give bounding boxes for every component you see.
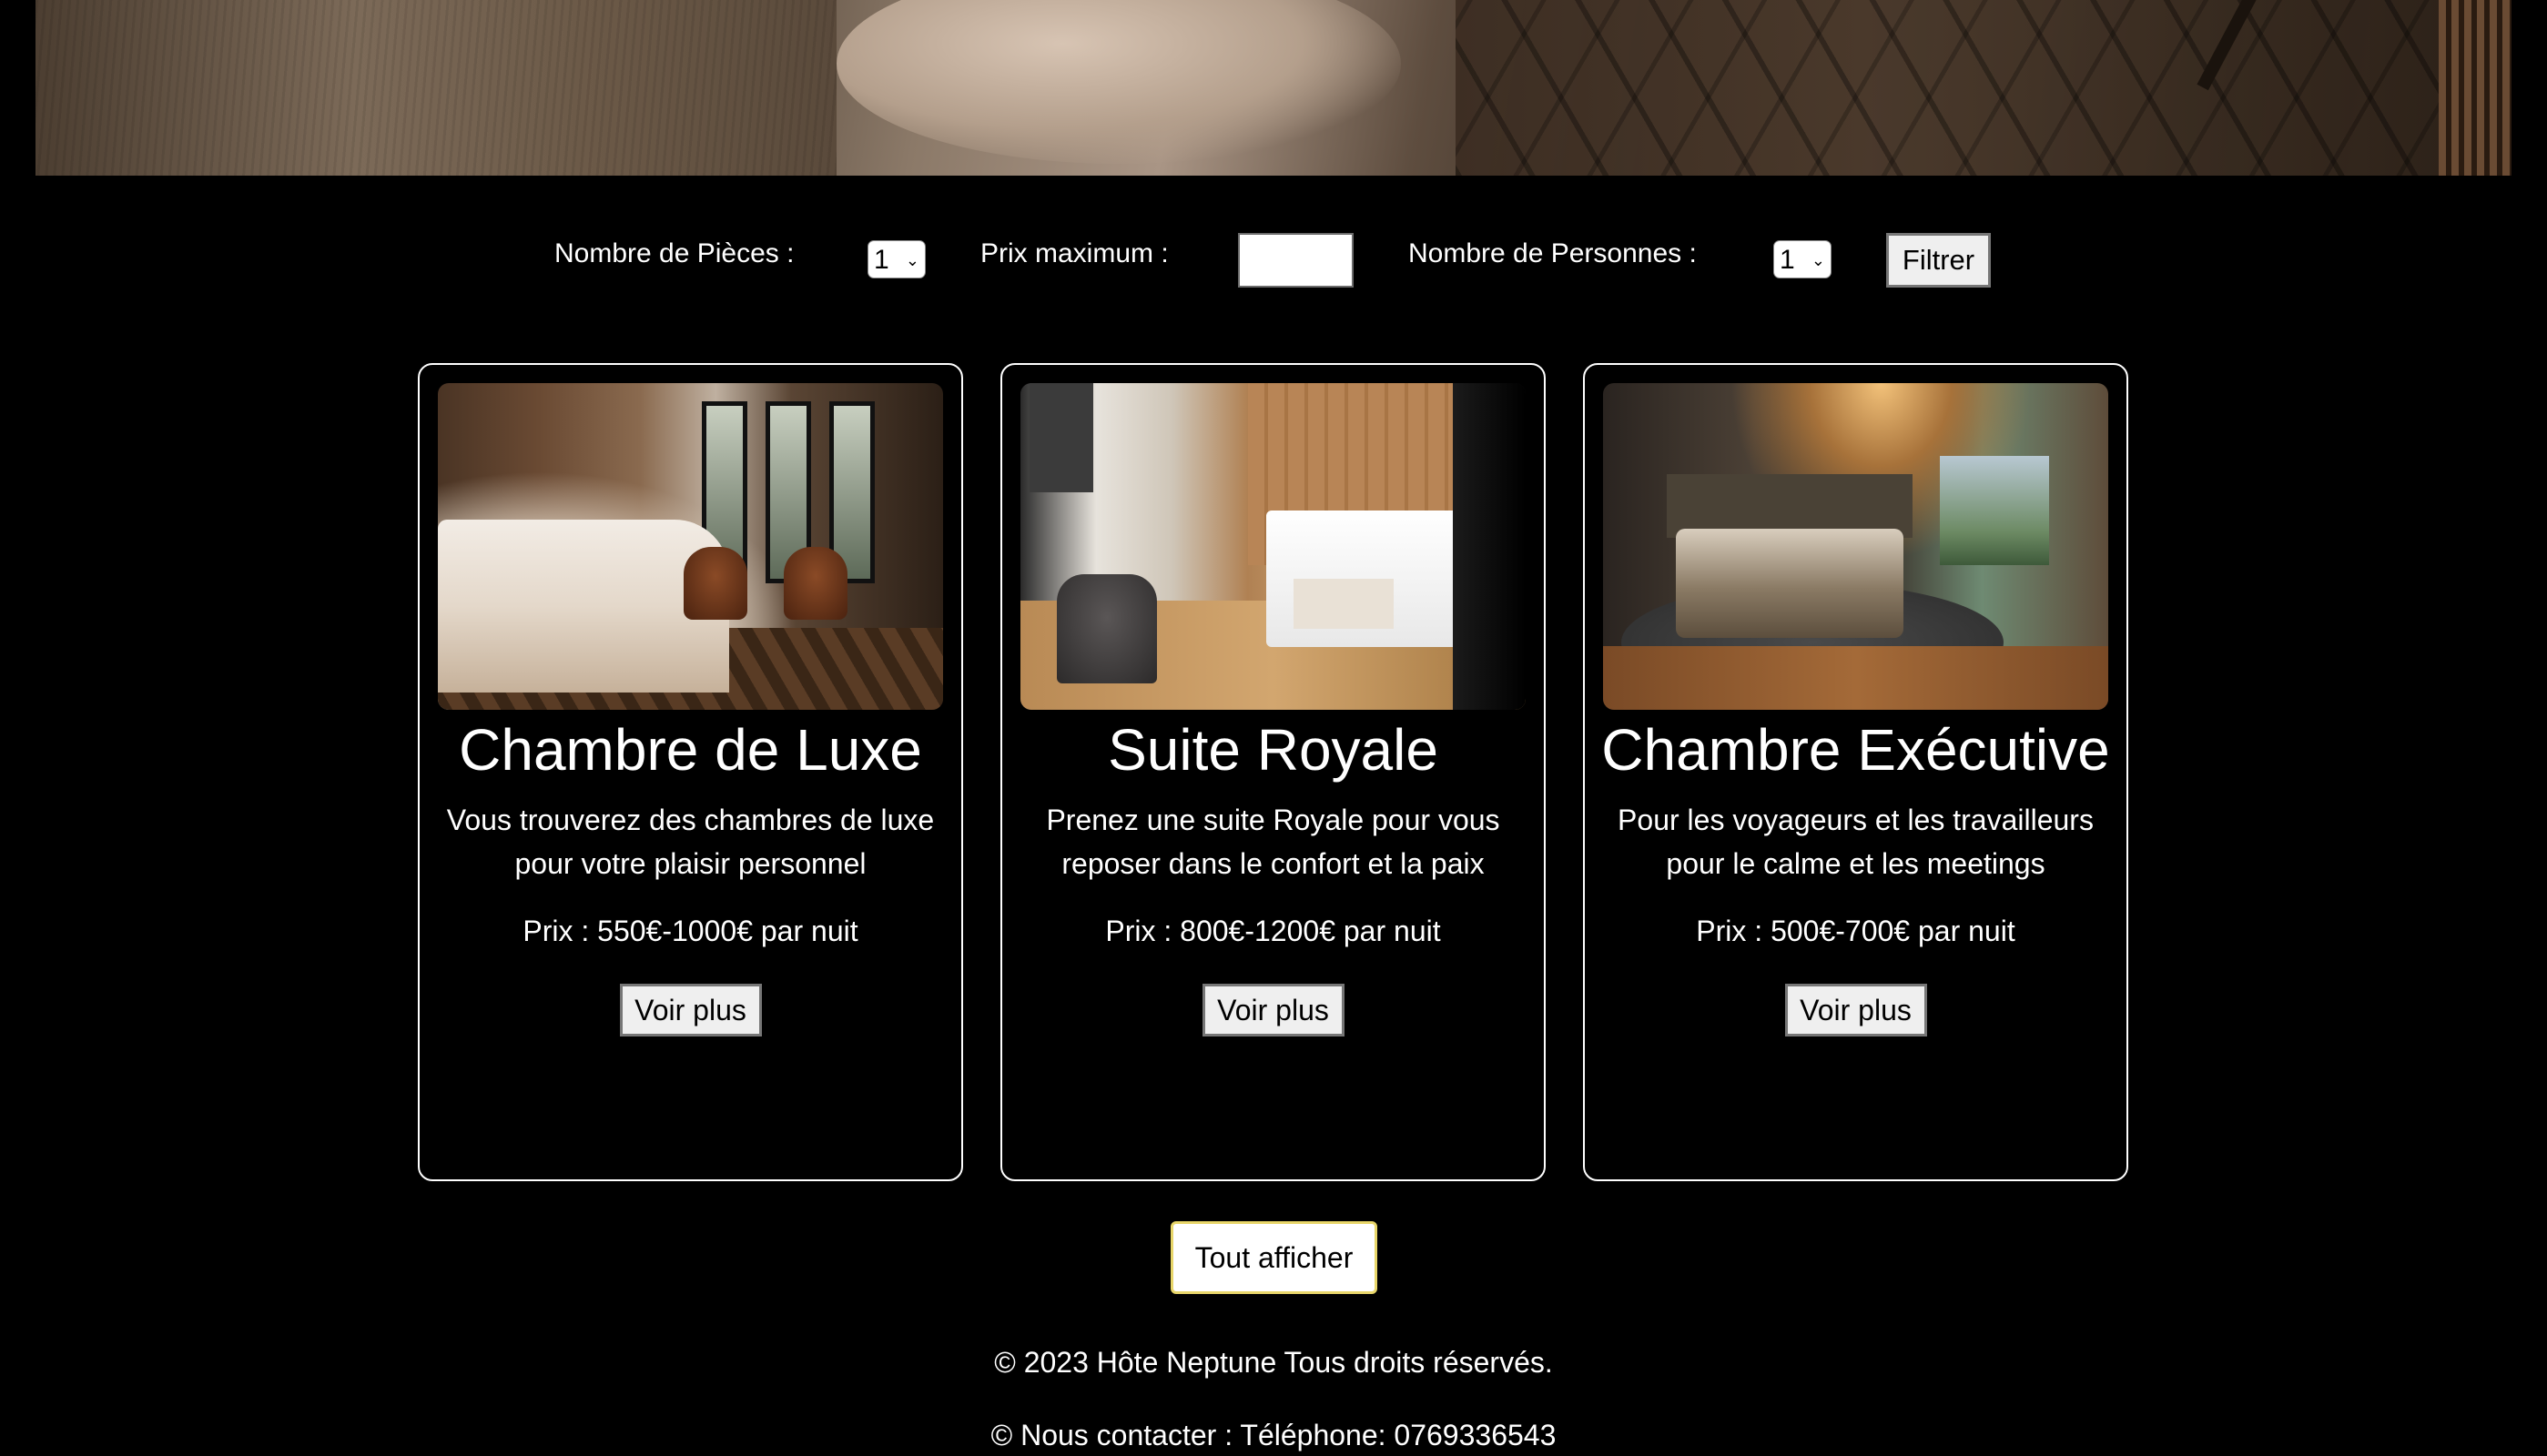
room-photo-luxe <box>438 383 943 710</box>
bed-shape <box>1676 529 1903 638</box>
hero-banner-image <box>36 0 2511 176</box>
armchair-shape <box>1057 574 1157 683</box>
room-card-luxe: Chambre de Luxe Vous trouverez des chamb… <box>418 363 963 1181</box>
lamp-shape <box>1030 383 1093 492</box>
room-title: Chambre Exécutive <box>1601 717 2110 783</box>
hero-floor <box>1456 0 2475 176</box>
room-price: Prix : 500€-700€ par nuit <box>1696 915 2015 947</box>
armchair-shape <box>784 547 847 620</box>
door-shape <box>1453 383 1526 710</box>
price-label: Prix maximum : <box>980 238 1169 268</box>
page: Nombre de Pièces : 1 ⌄ Prix maximum : No… <box>0 0 2547 1456</box>
room-card-royale: Suite Royale Prenez une suite Royale pou… <box>1000 363 1546 1181</box>
room-card-executive: Chambre Exécutive Pour les voyageurs et … <box>1583 363 2128 1181</box>
hero-pillow <box>837 0 1401 164</box>
persons-label: Nombre de Personnes : <box>1408 238 1697 268</box>
hero-wall-slats <box>2439 0 2511 176</box>
see-more-button[interactable]: Voir plus <box>1202 984 1345 1036</box>
rooms-label: Nombre de Pièces : <box>554 238 795 268</box>
footer-copyright: © 2023 Hôte Neptune Tous droits réservés… <box>994 1346 1553 1379</box>
chevron-down-icon: ⌄ <box>1811 251 1825 269</box>
see-more-button[interactable]: Voir plus <box>619 984 762 1036</box>
armchair-shape <box>684 547 747 620</box>
chevron-down-icon: ⌄ <box>905 251 919 269</box>
bench-shape <box>1294 579 1394 629</box>
show-all-button[interactable]: Tout afficher <box>1171 1221 1377 1294</box>
persons-select[interactable]: 1 ⌄ <box>1773 240 1832 278</box>
room-photo-royale <box>1020 383 1526 710</box>
room-price: Prix : 550€-1000€ par nuit <box>523 915 858 947</box>
window-shape <box>1940 456 2049 565</box>
room-description: Vous trouverez des chambres de luxe pour… <box>446 804 935 880</box>
filter-button[interactable]: Filtrer <box>1886 233 1991 288</box>
room-description: Pour les voyageurs et les travailleurs p… <box>1618 804 2094 880</box>
see-more-button[interactable]: Voir plus <box>1784 984 1927 1036</box>
room-price: Prix : 800€-1200€ par nuit <box>1105 915 1441 947</box>
rooms-select-value: 1 <box>874 245 889 275</box>
room-title: Suite Royale <box>1108 717 1438 783</box>
price-max-input[interactable] <box>1238 233 1354 288</box>
room-description: Prenez une suite Royale pour vous repose… <box>1046 804 1500 880</box>
floor-shape <box>1603 646 2108 710</box>
persons-select-value: 1 <box>1780 245 1795 275</box>
room-title: Chambre de Luxe <box>459 717 922 783</box>
hero-blanket <box>36 0 837 176</box>
rooms-select[interactable]: 1 ⌄ <box>868 240 926 278</box>
room-photo-executive <box>1603 383 2108 710</box>
footer-contact: © Nous contacter : Téléphone: 0769336543 <box>990 1419 1557 1451</box>
